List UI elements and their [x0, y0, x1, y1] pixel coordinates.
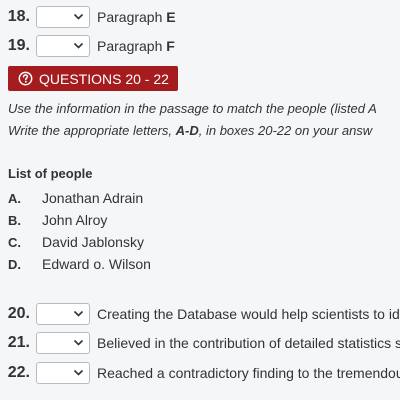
people-list: A. Jonathan Adrain B. John Alroy C. Davi…: [8, 187, 151, 275]
person-letter: B.: [8, 212, 21, 228]
list-title: List of people: [8, 166, 93, 181]
list-item: D. Edward o. Wilson: [8, 253, 151, 275]
question-number: 19.: [7, 37, 30, 54]
question-number: 22.: [7, 364, 30, 381]
question-circle-icon: [18, 71, 33, 86]
question-text: Believed in the contribution of detailed…: [97, 335, 400, 351]
person-name: Jonathan Adrain: [42, 190, 144, 206]
person-letter: D.: [8, 256, 21, 272]
answer-select-21[interactable]: [36, 332, 90, 354]
chevron-down-icon: [73, 339, 84, 346]
question-number: 20.: [7, 305, 30, 322]
chevron-down-icon: [73, 13, 84, 20]
instruction-text: Write the appropriate letters,: [8, 123, 176, 138]
instruction-text: , in boxes 20-22 on your answ: [198, 123, 373, 138]
questions-section-banner: QUESTIONS 20 - 22: [8, 66, 178, 91]
reading-quiz-page: 18. Paragraph E 19. Paragraph F QUESTION…: [0, 0, 400, 400]
person-letter: C.: [8, 234, 21, 250]
instructions: Use the information in the passage to ma…: [8, 98, 400, 142]
list-item: C. David Jablonsky: [8, 231, 151, 253]
instruction-bold: A-D: [175, 123, 199, 138]
instruction-line-1: Use the information in the passage to ma…: [8, 101, 377, 116]
person-letter: A.: [8, 190, 21, 206]
person-name: Edward o. Wilson: [42, 256, 151, 272]
question-number: 18.: [7, 8, 30, 25]
answer-select-20[interactable]: [36, 303, 90, 325]
question-text: Creating the Database would help scienti…: [97, 306, 400, 322]
chevron-down-icon: [73, 42, 84, 49]
question-18: 18. Paragraph E: [0, 2, 176, 32]
question-text: Paragraph F: [97, 38, 175, 54]
question-19: 19. Paragraph F: [0, 31, 175, 61]
paragraph-label: Paragraph: [97, 38, 163, 54]
question-number: 21.: [7, 334, 30, 351]
banner-label: QUESTIONS 20 - 22: [39, 70, 169, 87]
question-text: Paragraph E: [97, 9, 176, 25]
list-item: A. Jonathan Adrain: [8, 187, 151, 209]
answer-select-22[interactable]: [36, 362, 90, 384]
paragraph-letter: F: [166, 38, 175, 54]
question-22: 22. Reached a contradictory finding to t…: [0, 358, 400, 388]
paragraph-label: Paragraph: [97, 9, 163, 25]
person-name: John Alroy: [42, 212, 108, 228]
chevron-down-icon: [73, 369, 84, 376]
question-21: 21. Believed in the contribution of deta…: [0, 328, 400, 358]
person-name: David Jablonsky: [42, 234, 144, 250]
chevron-down-icon: [73, 310, 84, 317]
question-text: Reached a contradictory finding to the t…: [97, 365, 400, 381]
paragraph-letter: E: [166, 9, 176, 25]
answer-select-19[interactable]: [36, 35, 90, 57]
answer-select-18[interactable]: [36, 6, 90, 28]
instruction-line-2: Write the appropriate letters, A-D, in b…: [8, 120, 400, 142]
list-item: B. John Alroy: [8, 209, 151, 231]
question-20: 20. Creating the Database would help sci…: [0, 299, 400, 329]
